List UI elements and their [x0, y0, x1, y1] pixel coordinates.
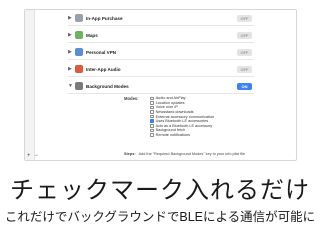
mode-label: Acts as a Bluetooth LE accessory — [155, 123, 213, 128]
steps-line: Steps: Add the "Required Background Modes… — [124, 152, 245, 156]
capability-title: Maps — [86, 32, 98, 38]
capability-title: Background Modes — [86, 83, 129, 89]
in-app-purchase-icon — [75, 14, 83, 22]
mode-option[interactable]: Uses Bluetooth LE accessories — [150, 119, 214, 124]
disclosure-triangle-icon[interactable]: ▶ — [68, 62, 75, 77]
checkbox[interactable] — [150, 119, 154, 124]
mode-option[interactable]: Remote notifications — [150, 133, 214, 138]
subline-caption: これだけでバックグラウンドでBLEによる通信が可能に — [4, 210, 316, 224]
mode-label: Audio and AirPlay — [155, 96, 186, 101]
mode-option[interactable]: Acts as a Bluetooth LE accessory — [150, 124, 214, 129]
mode-label: Voice over IP — [155, 105, 178, 110]
target-sidebar — [25, 10, 35, 160]
capability-title: Personal VPN — [86, 49, 117, 55]
modes-label: Modes: — [124, 96, 139, 101]
capability-title: Inter-App Audio — [86, 66, 121, 72]
mode-label: External accessory communication — [155, 114, 215, 119]
maps-icon — [75, 31, 83, 39]
mode-label: Newsstand downloads — [155, 110, 194, 115]
mode-option[interactable]: External accessory communication — [150, 114, 214, 119]
mode-label: Location updates — [155, 100, 185, 105]
checkbox[interactable] — [150, 101, 154, 105]
remove-button[interactable]: − — [35, 152, 39, 160]
steps-label: Steps: — [124, 152, 136, 156]
checkbox[interactable] — [150, 114, 154, 119]
headline-caption: チェックマーク入れるだけ — [10, 177, 310, 204]
checkbox[interactable] — [150, 133, 154, 137]
sidebar-footer: + − — [25, 152, 85, 160]
background-modes-icon — [75, 82, 83, 90]
mode-label: Uses Bluetooth LE accessories — [155, 119, 209, 124]
capability-row-in-app-purchase[interactable]: ▶ In-App Purchase OFF — [68, 11, 254, 26]
checkbox[interactable] — [150, 105, 154, 110]
personal-vpn-icon — [75, 48, 83, 56]
checkbox[interactable] — [150, 124, 154, 128]
capability-row-background-modes[interactable]: ▼ Background Modes ON — [68, 79, 254, 94]
capability-toggle[interactable]: OFF — [237, 15, 252, 22]
disclosure-triangle-icon[interactable]: ▶ — [68, 11, 75, 26]
add-button[interactable]: + — [27, 152, 31, 160]
capability-toggle[interactable]: OFF — [237, 66, 252, 73]
mode-label: Remote notifications — [155, 133, 190, 138]
capability-row-personal-vpn[interactable]: ▶ Personal VPN OFF — [68, 45, 254, 60]
disclosure-triangle-icon[interactable]: ▶ — [68, 28, 75, 43]
disclosure-triangle-icon[interactable]: ▶ — [68, 45, 75, 60]
checkbox[interactable] — [150, 96, 154, 101]
mode-label: Background fetch — [155, 128, 186, 133]
disclosure-triangle-open-icon[interactable]: ▼ — [68, 79, 75, 94]
checkbox[interactable] — [150, 110, 154, 114]
capability-title: In-App Purchase — [86, 15, 123, 21]
capability-toggle[interactable]: OFF — [237, 49, 252, 56]
checkbox[interactable] — [150, 128, 154, 133]
capability-row-inter-app-audio[interactable]: ▶ Inter-App Audio OFF — [68, 62, 254, 77]
steps-text: Add the "Required Background Modes" key … — [138, 152, 246, 156]
capability-toggle[interactable]: OFF — [237, 32, 252, 39]
background-modes-list: Audio and AirPlay Location updates Voice… — [150, 96, 214, 137]
inter-app-audio-icon — [75, 65, 83, 73]
capability-row-maps[interactable]: ▶ Maps OFF — [68, 28, 254, 43]
capability-toggle[interactable]: ON — [237, 83, 252, 90]
